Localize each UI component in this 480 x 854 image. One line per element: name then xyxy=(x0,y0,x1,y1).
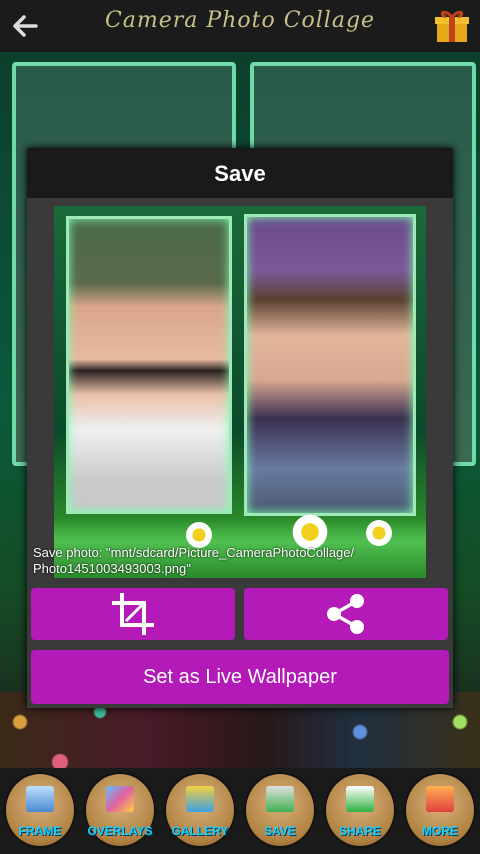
toolbar-item-save[interactable]: SAVE xyxy=(246,774,314,846)
collage-photo-right xyxy=(244,214,416,516)
daisy-decoration xyxy=(364,518,394,548)
set-live-wallpaper-button[interactable]: Set as Live Wallpaper xyxy=(31,650,449,704)
toolbar-item-frame[interactable]: FRAME xyxy=(6,774,74,846)
share-icon xyxy=(346,786,374,812)
toolbar-label: GALLERY xyxy=(171,824,229,838)
toolbar-label: SHARE xyxy=(338,824,381,838)
bottom-toolbar: FRAME OVERLAYS GALLERY SAVE SHARE MORE xyxy=(0,768,480,854)
toolbar-item-gallery[interactable]: GALLERY xyxy=(166,774,234,846)
dialog-title: Save xyxy=(27,148,453,198)
overlays-icon xyxy=(106,786,134,812)
share-icon xyxy=(327,594,364,634)
save-icon xyxy=(266,786,294,812)
collage-photo-left xyxy=(66,216,232,514)
gallery-icon xyxy=(186,786,214,812)
share-button[interactable] xyxy=(244,588,448,640)
toolbar-item-overlays[interactable]: OVERLAYS xyxy=(86,774,154,846)
toolbar-item-share[interactable]: SHARE xyxy=(326,774,394,846)
collage-preview xyxy=(54,206,426,578)
toolbar-label: OVERLAYS xyxy=(87,824,153,838)
app-title: Camera Photo Collage xyxy=(104,8,376,33)
save-path-message: Save photo: "mnt/sdcard/Picture_CameraPh… xyxy=(33,545,355,576)
app-bar: Camera Photo Collage xyxy=(0,0,480,53)
toolbar-label: MORE xyxy=(422,824,458,838)
more-icon xyxy=(426,786,454,812)
gift-icon[interactable] xyxy=(434,8,470,44)
crop-icon xyxy=(112,593,154,635)
toolbar-label: FRAME xyxy=(18,824,62,838)
save-dialog: Save Save photo: "mnt/sdcard/Picture_Cam… xyxy=(27,148,453,708)
toolbar-item-more[interactable]: MORE xyxy=(406,774,474,846)
frame-icon xyxy=(26,786,54,812)
crop-button[interactable] xyxy=(31,588,235,640)
toolbar-label: SAVE xyxy=(264,824,296,838)
